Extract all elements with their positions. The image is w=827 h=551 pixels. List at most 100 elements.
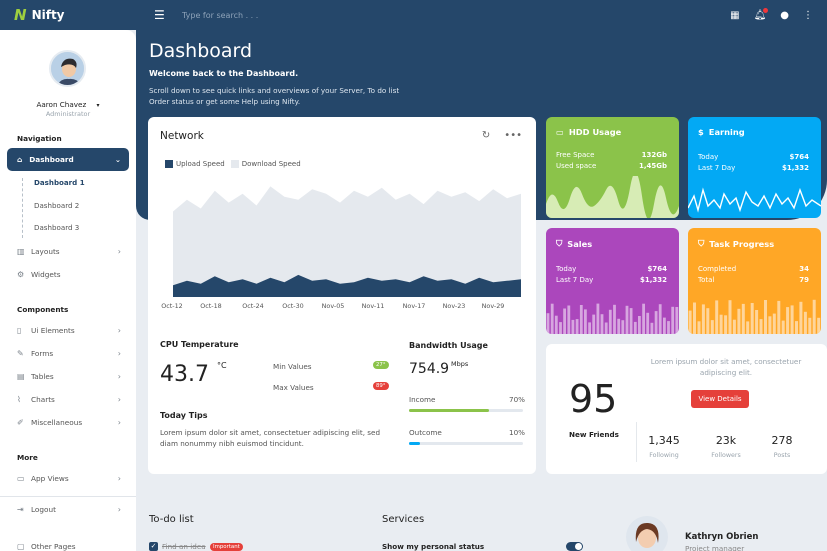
sparkline-bar <box>817 317 821 334</box>
bandwidth-unit: Mbps <box>451 360 469 368</box>
sparkline-bar <box>546 313 550 334</box>
tile-value: $764 <box>789 153 809 161</box>
chevron-right-icon: › <box>117 371 121 381</box>
user-name[interactable]: Aaron Chavez ▾ <box>0 100 136 109</box>
following-label: Following <box>649 452 679 459</box>
apps-grid-icon[interactable]: ▦ <box>730 10 739 21</box>
sparkline-bar <box>575 319 579 334</box>
sparkline-bar <box>633 321 637 334</box>
task-progress-tile[interactable]: ⛉ Task Progress Completed 34 Total 79 <box>688 228 821 334</box>
profile-avatar[interactable] <box>626 516 668 551</box>
sparkline-bar <box>812 299 816 334</box>
min-values-label: Min Values <box>273 362 312 371</box>
sparkline-bar <box>658 304 662 334</box>
todo-checkbox[interactable]: ✓ <box>149 542 158 551</box>
sidebar-item-charts[interactable]: ⌇ Charts › <box>17 392 129 406</box>
chevron-down-icon: ⌄ <box>114 155 121 164</box>
x-tick-label: Oct-30 <box>282 302 304 310</box>
sparkline-bar <box>697 321 701 334</box>
tile-value: $764 <box>647 265 667 273</box>
sidebar-item-miscellaneous[interactable]: ✐ Miscellaneous › <box>17 415 129 429</box>
sidebar-subitem-dashboard-3[interactable]: Dashboard 3 <box>34 223 79 232</box>
tile-value: 34 <box>799 265 809 273</box>
page-title: Dashboard <box>149 40 253 62</box>
tips-line: diam nonummy nibh euismod tincidunt. <box>160 439 304 448</box>
tile-label: Total <box>698 276 715 284</box>
tips-line: Lorem ipsum dolor sit amet, consectetuer… <box>160 428 381 437</box>
refresh-icon[interactable]: ↻ <box>482 130 490 141</box>
sidebar-item-layouts[interactable]: ▥ Layouts › <box>17 244 129 258</box>
notification-bell-icon[interactable]: 🔔︎ <box>754 7 769 21</box>
sidebar-item-logout[interactable]: ⇥ Logout › <box>17 502 129 516</box>
sparkline-bar <box>710 320 714 334</box>
chart-icon: ⌇ <box>17 394 21 404</box>
income-label: Income <box>409 395 436 404</box>
friends-text: Lorem ipsum dolor sit amet, consectetuer… <box>636 356 816 378</box>
sidebar-item-other-pages[interactable]: ▢ Other Pages <box>17 539 129 551</box>
sparkline-bar <box>579 305 583 334</box>
nav-heading: Navigation <box>17 134 62 143</box>
status-toggle[interactable] <box>566 542 583 551</box>
sparkline-bar <box>795 321 798 334</box>
more-horizontal-icon[interactable]: ••• <box>504 130 522 141</box>
view-details-button[interactable]: View Details <box>691 390 749 408</box>
sidebar-item-widgets[interactable]: ⚙ Widgets <box>17 267 129 281</box>
sparkline-bar <box>667 321 670 334</box>
widget-icon: ⚙ <box>17 269 25 279</box>
chevron-right-icon: › <box>117 246 121 256</box>
bandwidth-value: 754.9 <box>409 361 450 377</box>
pencil-icon: ✎ <box>17 348 24 358</box>
cpu-value: 43.7 <box>160 362 209 387</box>
sparkline-bar <box>596 303 600 334</box>
sidebar-item-label: Widgets <box>31 269 61 279</box>
friends-card: 95 New Friends Lorem ipsum dolor sit ame… <box>546 344 827 474</box>
sparkline-bar <box>671 306 675 334</box>
hdd-usage-tile[interactable]: ▭ HDD Usage Free Space 132Gb Used space 1,4… <box>546 117 679 218</box>
more-vertical-icon[interactable]: ⋮ <box>803 10 813 21</box>
profile-role: Project manager <box>685 544 745 551</box>
sidebar-subitem-dashboard-1[interactable]: Dashboard 1 <box>34 178 85 187</box>
more-heading: More <box>17 453 38 462</box>
tips-text: Lorem ipsum dolor sit amet, consectetuer… <box>160 427 380 449</box>
sparkline-bar <box>550 303 554 334</box>
network-card: Network ↻ ••• Upload Speed Download Spee… <box>148 117 536 474</box>
sparkline-bar <box>675 307 679 334</box>
sidebar-item-label: App Views <box>31 473 69 483</box>
sparkline-bar <box>706 308 710 334</box>
tile-label: Used space <box>556 162 597 170</box>
sparkline-bar <box>646 312 650 334</box>
posts-stat: 278 Posts <box>757 434 807 459</box>
sparkline-bar <box>584 309 587 334</box>
sparkline-bar <box>741 303 745 334</box>
sparkline-bar <box>600 314 604 334</box>
sparkline-bar <box>724 315 728 334</box>
earning-tile[interactable]: $ Earning Today $764 Last 7 Day $1,332 <box>688 117 821 218</box>
tile-label: Free Space <box>556 151 595 159</box>
sidebar-item-label: Layouts <box>31 246 60 256</box>
sidebar-subitem-dashboard-2[interactable]: Dashboard 2 <box>34 201 79 210</box>
sparkline-bar <box>621 320 625 334</box>
brand-logo[interactable]: N Nifty <box>0 6 136 24</box>
sparkline-bar <box>719 314 723 334</box>
user-avatar[interactable] <box>49 50 86 87</box>
sidebar-item-ui-elements[interactable]: ▯ Ui Elements › <box>17 323 129 337</box>
sales-tile[interactable]: ⛉ Sales Today $764 Last 7 Day $1,332 <box>546 228 679 334</box>
search-input[interactable]: Type for search . . . <box>182 11 258 20</box>
income-percent: 70% <box>509 395 525 404</box>
sparkline-bar <box>755 310 759 334</box>
followers-stat: 23k Followers <box>701 434 751 459</box>
tile-value: $1,332 <box>781 164 809 172</box>
menu-toggle-icon[interactable]: ☰ <box>154 8 168 22</box>
sparkline-bar <box>772 313 776 334</box>
sidebar-item-forms[interactable]: ✎ Forms › <box>17 346 129 360</box>
sidebar-item-app-views[interactable]: ▭ App Views › <box>17 471 129 485</box>
services-heading: Services <box>382 514 425 525</box>
sidebar-item-dashboard[interactable]: ⌂ Dashboard ⌄ <box>7 148 129 171</box>
sparkline-bar <box>608 309 612 334</box>
sidebar-item-tables[interactable]: ▤ Tables › <box>17 369 129 383</box>
max-values-label: Max Values <box>273 383 314 392</box>
sparkline-bar <box>777 300 781 334</box>
monitor-icon: ▭ <box>17 473 25 483</box>
profile-name: Kathryn Obrien <box>685 532 759 542</box>
user-icon[interactable]: ● <box>780 10 789 21</box>
